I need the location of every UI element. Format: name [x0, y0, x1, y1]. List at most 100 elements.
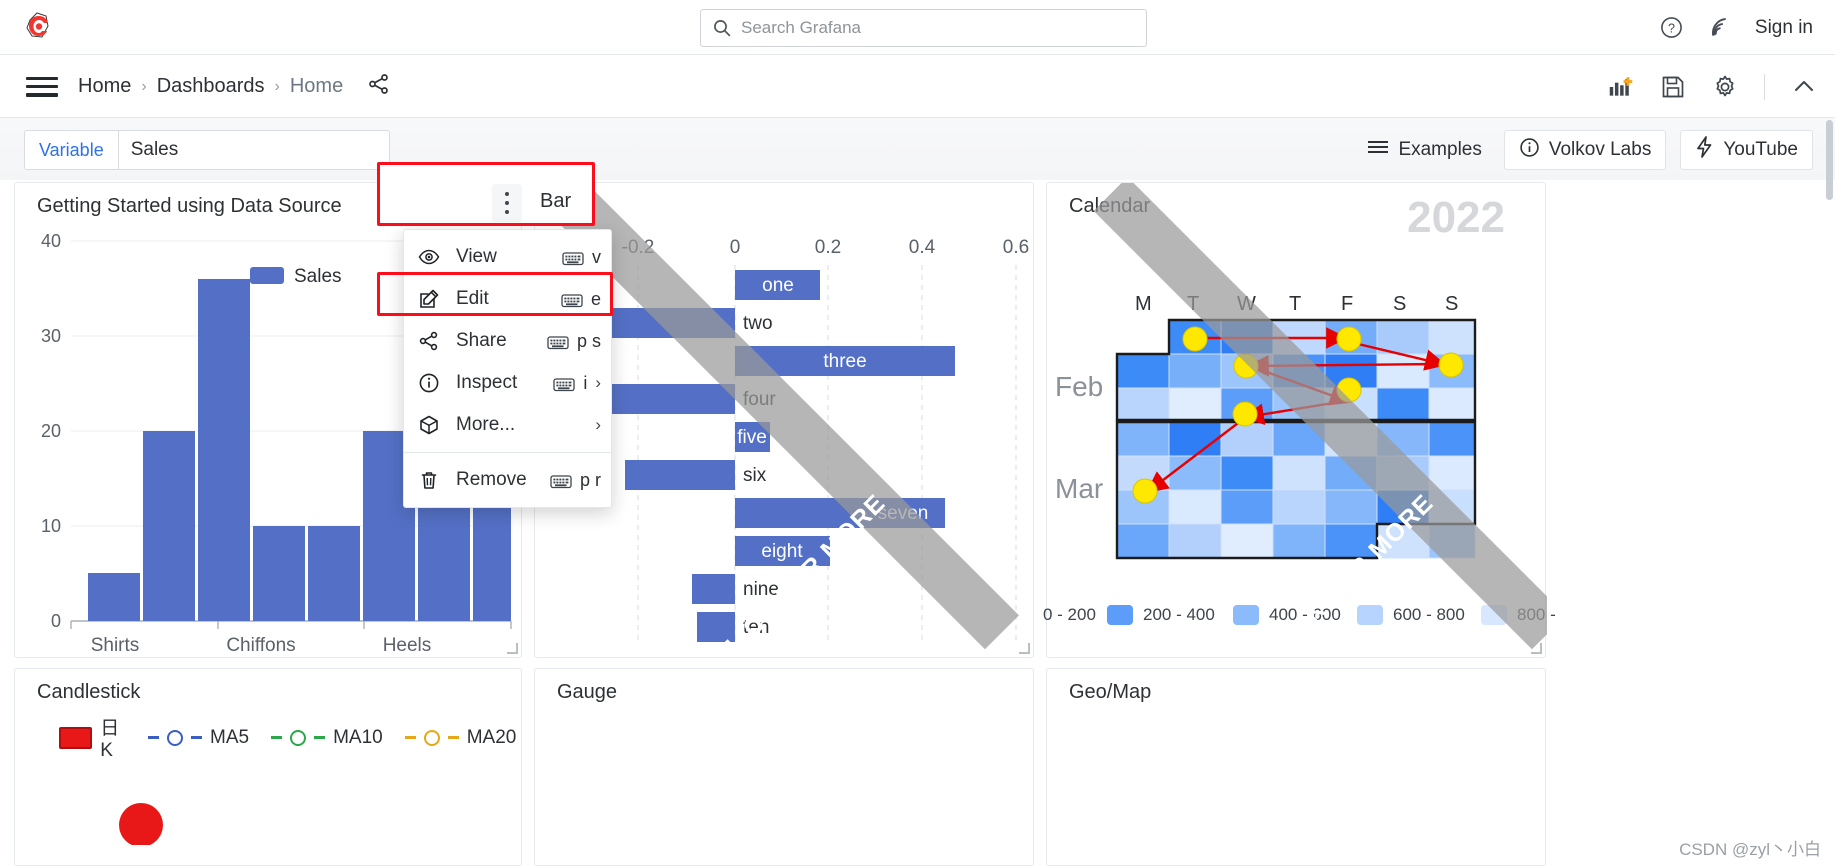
legend-circle-icon — [423, 729, 440, 746]
menu-item-label: More... — [456, 414, 516, 435]
menu-item-shortcut: e — [590, 288, 601, 309]
calendar-legend-swatch-1 — [1107, 605, 1133, 625]
calendar-heatmap-canvas — [1115, 318, 1477, 560]
legend-line-icon — [148, 736, 160, 739]
calendar-legend-swatch-4 — [1481, 605, 1507, 625]
dashboard-links: Examples Volkov Labs YouTube — [1359, 130, 1813, 170]
panel-gauge[interactable]: Gauge — [534, 668, 1034, 866]
menu-divider — [404, 452, 611, 453]
calendar-legend-label-0: 0 - 200 — [1043, 605, 1096, 624]
menu-item-label: Edit — [456, 288, 489, 309]
panel-context-menu[interactable]: View v Edit e Share p s Inspect i › More… — [403, 229, 612, 508]
calendar-legend-swatch-2 — [1233, 605, 1259, 625]
dashboard-link-label: YouTube — [1723, 139, 1798, 160]
keyboard-icon — [550, 473, 572, 488]
panel-geomap[interactable]: Geo/Map — [1046, 668, 1546, 866]
candlestick-legend-item[interactable]: MA20 — [404, 726, 517, 749]
share-nodes-icon[interactable] — [367, 72, 391, 101]
menu-item-edit[interactable]: Edit e — [404, 278, 611, 320]
svg-text:0.2: 0.2 — [815, 237, 841, 258]
svg-text:five: five — [737, 427, 767, 448]
svg-text:Sales: Sales — [294, 266, 342, 287]
help-circle-icon[interactable]: ? — [1659, 15, 1685, 41]
breadcrumb-separator: › — [141, 77, 147, 95]
chevron-up-icon[interactable] — [1791, 74, 1817, 100]
variable-value-dropdown[interactable]: Sales — [117, 130, 390, 170]
dashboard-link-examples[interactable]: Examples — [1359, 130, 1489, 170]
panel-title[interactable]: Gauge — [557, 681, 617, 704]
hamburger-menu-icon[interactable] — [26, 77, 58, 97]
menu-item-label: Remove — [456, 469, 527, 490]
dashboard-link-label: Volkov Labs — [1548, 139, 1652, 160]
candlestick-chart-canvas — [119, 803, 163, 845]
search-input[interactable] — [741, 18, 1134, 38]
save-dashboard-icon[interactable] — [1660, 74, 1686, 100]
rss-news-icon[interactable] — [1707, 15, 1733, 41]
svg-text:40: 40 — [41, 231, 61, 251]
legend-line-icon — [314, 736, 326, 739]
candlestick-legend-item[interactable]: MA10 — [271, 727, 383, 749]
share-nodes-icon — [418, 330, 440, 352]
dashboard-settings-icon[interactable] — [1712, 74, 1738, 100]
menu-item-more[interactable]: More... › — [404, 404, 611, 446]
breadcrumb-item-current[interactable]: Home — [290, 75, 343, 98]
breadcrumb-separator: › — [274, 77, 280, 95]
svg-text:0: 0 — [730, 237, 741, 258]
candlestick-legend-item[interactable]: MA5 — [148, 727, 249, 749]
variable-label[interactable]: Variable — [24, 130, 118, 170]
candlestick-legend-label: 日K — [100, 718, 120, 761]
menu-item-share[interactable]: Share p s — [404, 320, 611, 362]
menu-item-label: Inspect — [456, 372, 518, 393]
add-panel-icon[interactable] — [1608, 74, 1634, 100]
trash-icon — [418, 469, 440, 491]
calendar-legend-label-3: 600 - 800 — [1393, 605, 1465, 624]
breadcrumb-item-dashboards[interactable]: Dashboards — [157, 75, 265, 98]
candlestick-legend-item[interactable]: 日K — [59, 713, 126, 762]
legend-line-icon — [271, 736, 283, 739]
candlestick-legend-label: MA20 — [466, 726, 517, 748]
topbar-actions: ? Sign in — [1659, 0, 1817, 55]
info-circle-icon — [1519, 137, 1540, 164]
panel-title-bar[interactable]: Bar — [540, 190, 571, 213]
svg-text:?: ? — [1668, 21, 1675, 35]
keyboard-icon — [553, 376, 575, 391]
dashboard-link-volkov-labs[interactable]: Volkov Labs — [1503, 130, 1667, 170]
keyboard-icon — [547, 334, 569, 349]
sign-in-button[interactable]: Sign in — [1755, 17, 1817, 39]
chevron-right-icon: › — [595, 415, 601, 434]
page-scrollbar[interactable] — [1826, 120, 1833, 200]
svg-text:nine: nine — [743, 579, 779, 600]
panel-resize-handle[interactable] — [1019, 643, 1030, 654]
menu-item-inspect[interactable]: Inspect i › — [404, 362, 611, 404]
panel-title[interactable]: Candlestick — [37, 681, 140, 704]
panel-menu-kebab-button[interactable] — [492, 184, 522, 222]
grafana-logo-icon[interactable] — [22, 10, 56, 44]
bolt-icon — [1695, 136, 1714, 164]
breadcrumb-item-home[interactable]: Home — [78, 75, 131, 98]
menu-item-view[interactable]: View v — [404, 236, 611, 278]
dashboard-link-youtube[interactable]: YouTube — [1680, 130, 1813, 170]
toolbar-divider — [1764, 73, 1765, 100]
legend-circle-icon — [167, 729, 184, 746]
svg-text:Shirts: Shirts — [91, 635, 140, 656]
panel-calendar[interactable]: Calendar 2022 M T W T F S S Feb Mar 0 - … — [1043, 182, 1556, 658]
panel-candlestick[interactable]: Candlestick 日K MA5 MA10 MA20 MA — [14, 668, 650, 866]
svg-text:0.4: 0.4 — [909, 237, 936, 258]
menu-item-shortcut: v — [592, 246, 601, 267]
global-search-box[interactable] — [700, 9, 1147, 47]
svg-text:eight: eight — [761, 541, 803, 562]
svg-text:20: 20 — [41, 421, 61, 441]
panel-title[interactable]: Getting Started using Data Source — [37, 195, 342, 218]
legend-line-icon — [447, 736, 459, 739]
svg-text:ten: ten — [743, 617, 769, 638]
svg-text:three: three — [823, 351, 866, 372]
menu-item-remove[interactable]: Remove p r — [404, 459, 611, 501]
menu-item-label: View — [456, 246, 497, 267]
eye-icon — [418, 246, 440, 268]
svg-text:Heels: Heels — [383, 635, 432, 656]
keyboard-icon — [561, 292, 583, 307]
svg-text:one: one — [762, 275, 794, 296]
svg-text:0: 0 — [51, 611, 61, 631]
svg-text:Chiffons: Chiffons — [226, 635, 295, 656]
panel-title[interactable]: Geo/Map — [1069, 681, 1151, 704]
